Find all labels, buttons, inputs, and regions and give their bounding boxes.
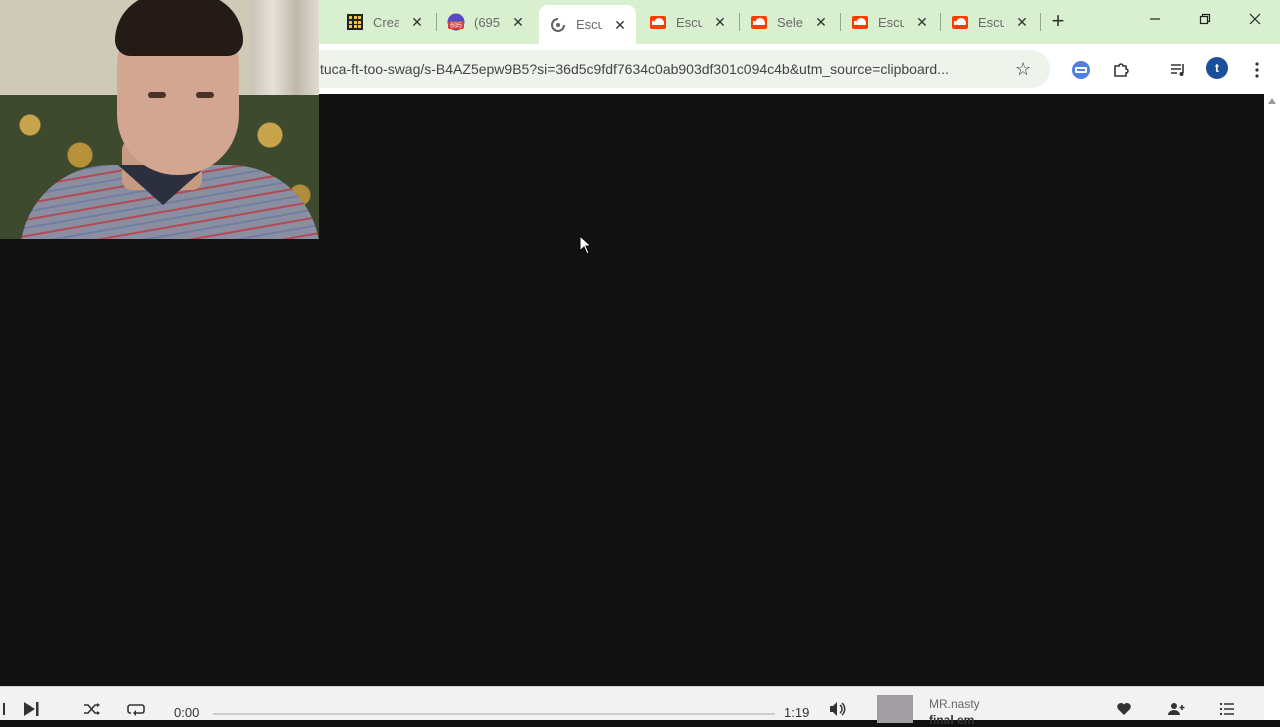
progress-track[interactable] — [213, 713, 775, 715]
tab-title: Escu — [676, 14, 702, 30]
translate-extension-icon[interactable] — [1070, 59, 1092, 81]
tab-title: Sele — [777, 14, 803, 30]
scrollbar[interactable] — [1264, 94, 1280, 720]
address-url[interactable]: tuca-ft-too-swag/s-B4AZ5epw9B5?si=36d5c9… — [320, 50, 1010, 88]
webcam-person-hair — [115, 0, 243, 56]
close-tab-icon[interactable]: ✕ — [1014, 14, 1030, 30]
soundcloud-icon — [951, 13, 969, 31]
tab-title: Escu — [878, 14, 904, 30]
soundcloud-icon — [649, 13, 667, 31]
tab-divider — [940, 13, 941, 31]
close-window-icon — [1249, 13, 1261, 25]
bookmark-star-icon[interactable]: ☆ — [1015, 59, 1031, 79]
tab-soundcloud-1[interactable]: Escu ✕ — [649, 8, 728, 36]
mail-badge-icon: 695 — [447, 13, 465, 31]
tab-title: (695 — [474, 14, 500, 30]
close-tab-icon[interactable]: ✕ — [409, 14, 425, 30]
repeat-icon — [127, 704, 145, 716]
webcam-person-eye — [196, 92, 214, 98]
profile-avatar[interactable]: t — [1206, 57, 1228, 79]
grid-app-icon — [346, 13, 364, 31]
queue-button[interactable] — [1217, 699, 1237, 719]
mouse-cursor-icon — [579, 235, 593, 255]
browser-menu-icon[interactable] — [1246, 59, 1268, 81]
tab-title: Crea — [373, 14, 399, 30]
tab-crea[interactable]: Crea ✕ — [346, 8, 425, 36]
restore-icon — [1199, 13, 1211, 25]
webcam-background — [250, 0, 319, 110]
previous-track-button[interactable] — [0, 699, 10, 719]
mail-badge-count: 695 — [450, 23, 462, 30]
track-duration: 1:19 — [784, 705, 810, 720]
media-control-icon[interactable] — [1167, 59, 1189, 81]
track-title[interactable]: final em — [929, 713, 974, 727]
volume-button[interactable] — [828, 699, 848, 719]
tab-title: Escu — [576, 17, 602, 32]
follow-user-icon — [1168, 703, 1185, 715]
follow-button[interactable] — [1166, 699, 1186, 719]
scroll-up-arrow-icon[interactable] — [1268, 98, 1276, 104]
soundcloud-icon — [851, 13, 869, 31]
tab-soundcloud-3[interactable]: Escu ✕ — [851, 8, 930, 36]
close-window-button[interactable] — [1244, 10, 1266, 32]
shuffle-icon — [84, 703, 100, 715]
extensions-puzzle-icon[interactable] — [1110, 59, 1132, 81]
shuffle-button[interactable] — [82, 699, 102, 719]
new-tab-button[interactable]: + — [1047, 10, 1069, 32]
tab-soundcloud-4[interactable]: Escu ✕ — [951, 8, 1030, 36]
track-artist[interactable]: MR.nasty — [929, 697, 980, 711]
repeat-button[interactable] — [126, 699, 146, 719]
tab-soundcloud-2[interactable]: Sele ✕ — [750, 8, 829, 36]
minimize-icon — [1150, 18, 1160, 20]
next-track-button[interactable] — [21, 699, 41, 719]
tab-divider — [739, 13, 740, 31]
tab-divider — [1040, 13, 1041, 31]
close-tab-icon[interactable]: ✕ — [712, 14, 728, 30]
close-tab-icon[interactable]: ✕ — [914, 14, 930, 30]
tab-title: Escu — [978, 14, 1004, 30]
elapsed-time: 0:00 — [174, 705, 200, 720]
restore-button[interactable] — [1194, 10, 1216, 32]
skip-next-icon — [24, 702, 39, 716]
player-bar: 0:00 1:19 MR.nasty final em — [0, 686, 1264, 727]
close-tab-icon[interactable]: ✕ — [813, 14, 829, 30]
minimize-button[interactable] — [1144, 10, 1166, 32]
close-tab-icon[interactable]: ✕ — [612, 17, 628, 33]
like-button[interactable] — [1114, 699, 1134, 719]
track-artwork[interactable] — [877, 695, 913, 723]
loading-icon — [549, 16, 567, 34]
webcam-overlay — [0, 0, 319, 239]
close-tab-icon[interactable]: ✕ — [510, 14, 526, 30]
tab-active[interactable]: Escu ✕ — [539, 5, 636, 44]
tab-mail[interactable]: 695 (695 ✕ — [447, 8, 526, 36]
queue-list-icon — [1220, 703, 1234, 715]
tab-divider — [840, 13, 841, 31]
heart-icon — [1117, 703, 1131, 715]
volume-icon — [830, 702, 846, 716]
tab-divider — [436, 13, 437, 31]
webcam-person-eye — [148, 92, 166, 98]
soundcloud-icon — [750, 13, 768, 31]
previous-icon — [3, 703, 5, 715]
